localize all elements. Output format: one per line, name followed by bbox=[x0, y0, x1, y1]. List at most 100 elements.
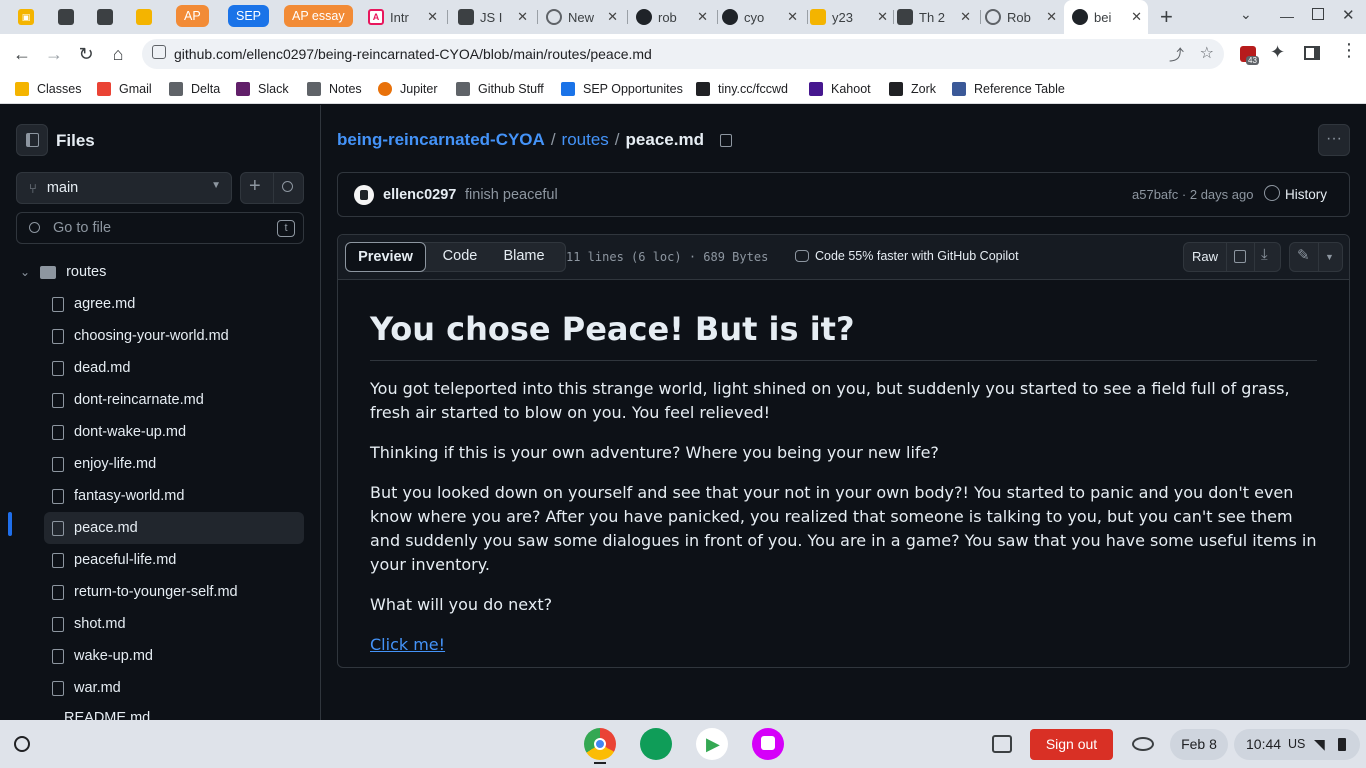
file-item[interactable]: enjoy-life.md bbox=[44, 448, 304, 480]
classroom-app-icon[interactable] bbox=[640, 728, 672, 760]
play-store-icon[interactable]: ▶ bbox=[696, 728, 728, 760]
share-icon[interactable]: ⤴ bbox=[1169, 44, 1184, 65]
bookmark-github-stuff[interactable]: Github Stuff bbox=[456, 80, 544, 98]
tab-pinned-1[interactable]: ▣ bbox=[18, 0, 40, 34]
bookmark-star-icon[interactable]: ☆ bbox=[1200, 43, 1214, 63]
close-tab-icon[interactable]: ✕ bbox=[960, 9, 971, 25]
collapse-sidebar-button[interactable] bbox=[16, 124, 48, 156]
file-item[interactable]: return-to-younger-self.md bbox=[44, 576, 304, 608]
file-item[interactable]: shot.md bbox=[44, 608, 304, 640]
file-item[interactable]: peace.md bbox=[44, 512, 304, 544]
menu-dots-icon[interactable]: ⋮ bbox=[1340, 40, 1358, 61]
folder-routes[interactable]: ⌄ routes bbox=[16, 256, 304, 288]
tab-y23[interactable]: y23 ✕ bbox=[810, 0, 894, 34]
tab-active-being[interactable]: bei ✕ bbox=[1064, 0, 1148, 34]
breadcrumb-folder-link[interactable]: routes bbox=[562, 130, 609, 150]
tab-pinned-4[interactable] bbox=[136, 0, 158, 34]
search-icon[interactable] bbox=[282, 181, 293, 192]
avatar[interactable] bbox=[354, 185, 374, 205]
tab-code[interactable]: Code bbox=[430, 248, 490, 264]
tab-group-ap[interactable]: AP bbox=[176, 5, 209, 27]
file-item[interactable]: choosing-your-world.md bbox=[44, 320, 304, 352]
commit-author[interactable]: ellenc0297 bbox=[383, 187, 456, 203]
commit-message[interactable]: finish peaceful bbox=[465, 187, 558, 203]
side-panel-icon[interactable] bbox=[1304, 46, 1320, 60]
go-to-file-input[interactable]: Go to file t bbox=[16, 212, 304, 244]
file-item[interactable]: fantasy-world.md bbox=[44, 480, 304, 512]
sign-out-button[interactable]: Sign out bbox=[1030, 729, 1113, 760]
breadcrumb-repo-link[interactable]: being-reincarnated-CYOA bbox=[337, 130, 545, 150]
download-icon[interactable]: ⤓ bbox=[1261, 246, 1268, 263]
bookmark-slack[interactable]: Slack bbox=[236, 80, 289, 98]
extensions-puzzle-icon[interactable]: ✦ bbox=[1270, 42, 1285, 63]
tab-js[interactable]: JS I ✕ bbox=[450, 0, 534, 34]
close-tab-icon[interactable]: ✕ bbox=[517, 9, 528, 25]
new-tab-icon[interactable]: + bbox=[1160, 4, 1173, 30]
tab-rob[interactable]: rob ✕ bbox=[630, 0, 714, 34]
file-item[interactable]: dont-wake-up.md bbox=[44, 416, 304, 448]
close-tab-icon[interactable]: ✕ bbox=[787, 9, 798, 25]
tote-icon[interactable] bbox=[992, 735, 1012, 753]
copy-raw-icon[interactable] bbox=[1234, 250, 1246, 263]
bookmark-delta[interactable]: Delta bbox=[169, 80, 220, 98]
file-readme-partial[interactable]: README.md bbox=[64, 710, 150, 720]
file-item[interactable]: wake-up.md bbox=[44, 640, 304, 672]
close-tab-icon[interactable]: ✕ bbox=[1131, 9, 1142, 25]
tab-th2[interactable]: Th 2 ✕ bbox=[897, 0, 977, 34]
site-info-icon[interactable] bbox=[152, 45, 166, 59]
tab-cyo[interactable]: cyo ✕ bbox=[720, 0, 804, 34]
phone-hub-icon[interactable] bbox=[1132, 737, 1154, 751]
maximize-icon[interactable] bbox=[1312, 8, 1324, 20]
date-pill[interactable]: Feb 8 bbox=[1170, 729, 1228, 760]
bookmark-reference-table[interactable]: Reference Table bbox=[952, 80, 1065, 98]
more-options-button[interactable]: ··· bbox=[1318, 124, 1350, 156]
tab-pinned-2[interactable] bbox=[58, 0, 80, 34]
bookmark-classes[interactable]: Classes bbox=[15, 80, 81, 98]
file-item[interactable]: war.md bbox=[44, 672, 304, 704]
minimize-icon[interactable]: — bbox=[1280, 8, 1294, 24]
history-button[interactable]: History bbox=[1285, 187, 1327, 202]
forward-icon[interactable]: → bbox=[39, 39, 69, 69]
copy-path-icon[interactable] bbox=[719, 133, 732, 147]
bookmark-tinycc[interactable]: tiny.cc/fccwd bbox=[696, 80, 788, 98]
close-tab-icon[interactable]: ✕ bbox=[427, 9, 438, 25]
copilot-promo[interactable]: Code 55% faster with GitHub Copilot bbox=[815, 249, 1019, 263]
bookmark-gmail[interactable]: Gmail bbox=[97, 80, 152, 98]
bookmark-zork[interactable]: Zork bbox=[889, 80, 936, 98]
edit-dropdown-caret-icon[interactable]: ▼ bbox=[1325, 252, 1334, 262]
bookmark-sep-opportunities[interactable]: SEP Opportunites bbox=[561, 80, 683, 98]
bookmark-jupiter[interactable]: Jupiter bbox=[378, 80, 438, 98]
chrome-app-icon[interactable] bbox=[584, 728, 616, 760]
file-item[interactable]: agree.md bbox=[44, 288, 304, 320]
tab-new[interactable]: New ✕ bbox=[540, 0, 624, 34]
commit-hash[interactable]: a57bafc bbox=[1132, 187, 1178, 202]
pencil-edit-icon[interactable]: ✎ bbox=[1297, 246, 1310, 264]
branch-selector[interactable]: ⑂ main ▼ bbox=[16, 172, 232, 204]
status-area[interactable]: 10:44 US ◥ bbox=[1234, 729, 1360, 760]
reload-icon[interactable]: ↻ bbox=[71, 39, 101, 69]
close-window-icon[interactable]: ✕ bbox=[1342, 6, 1355, 24]
tab-search-chevron-icon[interactable]: ⌄ bbox=[1240, 6, 1252, 23]
close-tab-icon[interactable]: ✕ bbox=[1046, 9, 1057, 25]
close-tab-icon[interactable]: ✕ bbox=[607, 9, 618, 25]
close-tab-icon[interactable]: ✕ bbox=[877, 9, 888, 25]
bookmark-notes[interactable]: Notes bbox=[307, 80, 362, 98]
tab-group-sep[interactable]: SEP bbox=[228, 5, 270, 27]
back-icon[interactable]: ← bbox=[7, 39, 37, 69]
raw-button[interactable]: Raw bbox=[1184, 243, 1226, 271]
launcher-icon[interactable] bbox=[14, 736, 30, 752]
tab-intro[interactable]: A Intr ✕ bbox=[360, 0, 444, 34]
tab-preview[interactable]: Preview bbox=[345, 242, 426, 272]
canvas-app-icon[interactable] bbox=[752, 728, 784, 760]
file-item[interactable]: peaceful-life.md bbox=[44, 544, 304, 576]
close-tab-icon[interactable]: ✕ bbox=[697, 9, 708, 25]
tab-rob-2[interactable]: Rob ✕ bbox=[985, 0, 1063, 34]
click-me-link[interactable]: Click me! bbox=[370, 635, 445, 654]
tab-group-ap-essay[interactable]: AP essay bbox=[284, 5, 353, 27]
file-item[interactable]: dont-reincarnate.md bbox=[44, 384, 304, 416]
home-icon[interactable]: ⌂ bbox=[103, 39, 133, 69]
address-bar[interactable]: github.com/ellenc0297/being-reincarnated… bbox=[142, 39, 1224, 69]
bookmark-kahoot[interactable]: Kahoot bbox=[809, 80, 871, 98]
tab-blame[interactable]: Blame bbox=[494, 248, 554, 264]
file-item[interactable]: dead.md bbox=[44, 352, 304, 384]
